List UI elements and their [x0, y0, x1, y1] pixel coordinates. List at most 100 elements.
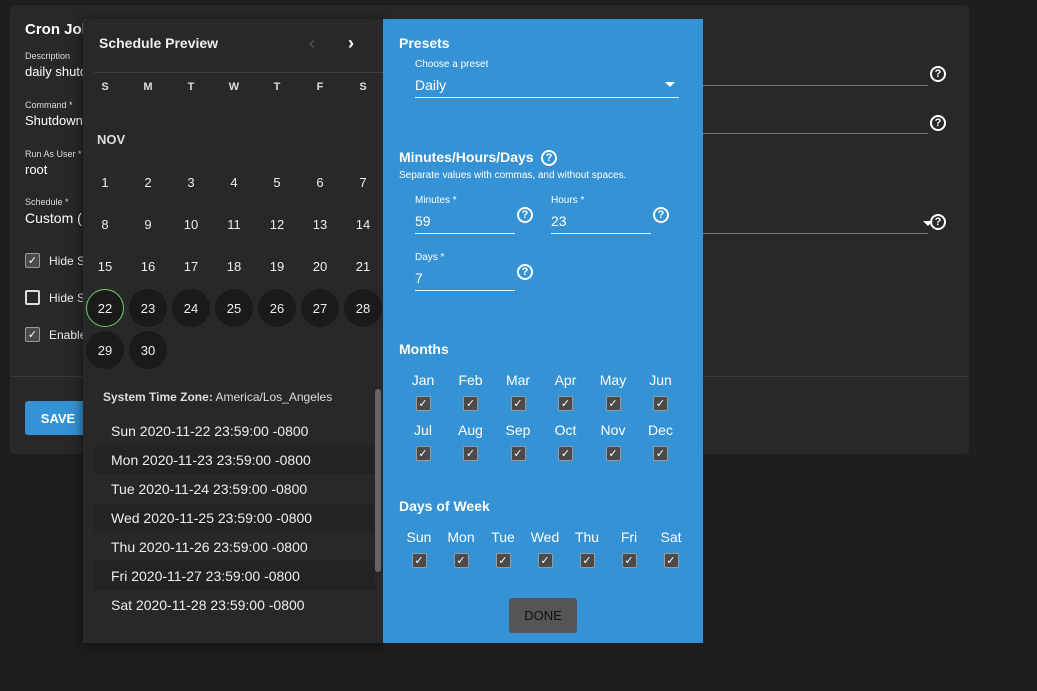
unchecked-box-icon[interactable] — [25, 290, 40, 305]
command-help-icon[interactable]: ? — [930, 115, 946, 131]
check-icon[interactable]: ✓ — [510, 396, 526, 411]
command-field[interactable]: Command * Shutdown - — [25, 100, 91, 128]
calendar-days: 1 2 3 4 5 6 7 8 9 10 11 12 13 14 15 16 17 18 19 20 21 22 23 24 2… — [83, 19, 383, 379]
check-icon[interactable]: ✓ — [411, 553, 427, 568]
calendar-day[interactable]: 7 — [344, 163, 382, 201]
check-icon[interactable]: ✓ — [415, 396, 431, 411]
run-list-item: Mon 2020-11-23 23:59:00 -0800 — [94, 445, 375, 474]
calendar-day[interactable]: 2 — [129, 163, 167, 201]
schedule-field[interactable]: Schedule * Custom ( — [25, 197, 82, 226]
hide-stdout-checkbox[interactable]: ✓ Hide S — [25, 253, 85, 268]
runs-scrollbar[interactable] — [375, 389, 381, 572]
calendar-day[interactable]: 29 — [86, 331, 124, 369]
check-icon[interactable]: ✓ — [579, 553, 595, 568]
check-icon[interactable]: ✓ — [463, 446, 478, 461]
month-option[interactable]: Sep ✓ — [496, 422, 540, 462]
day-of-week-option[interactable]: Wed ✓ — [523, 529, 567, 569]
month-option[interactable]: Jun ✓ — [639, 372, 683, 412]
check-icon[interactable]: ✓ — [558, 446, 573, 461]
check-icon[interactable]: ✓ — [25, 327, 40, 342]
calendar-day[interactable]: 20 — [301, 247, 339, 285]
minutes-input[interactable]: 59 — [415, 213, 431, 229]
day-of-week-option[interactable]: Tue ✓ — [481, 529, 525, 569]
calendar-day[interactable]: 3 — [172, 163, 210, 201]
description-field[interactable]: Description daily shutd — [25, 51, 87, 79]
calendar-day[interactable]: 23 — [129, 289, 167, 327]
calendar-day[interactable]: 25 — [215, 289, 253, 327]
calendar-day[interactable]: 4 — [215, 163, 253, 201]
calendar-day[interactable]: 13 — [301, 205, 339, 243]
check-icon[interactable]: ✓ — [415, 446, 431, 461]
check-icon[interactable]: ✓ — [653, 446, 668, 461]
preset-select[interactable]: Daily — [415, 77, 446, 93]
calendar-day[interactable]: 24 — [172, 289, 210, 327]
month-option[interactable]: Mar ✓ — [496, 372, 540, 412]
calendar-day[interactable]: 19 — [258, 247, 296, 285]
system-timezone: System Time Zone: America/Los_Angeles — [103, 390, 333, 404]
calendar-day[interactable]: 10 — [172, 205, 210, 243]
check-icon[interactable]: ✓ — [558, 396, 573, 411]
done-button[interactable]: DONE — [509, 598, 577, 633]
check-icon[interactable]: ✓ — [25, 253, 40, 268]
check-icon[interactable]: ✓ — [605, 396, 621, 411]
hours-input[interactable]: 23 — [551, 213, 567, 229]
description-help-icon[interactable]: ? — [930, 66, 946, 82]
month-option[interactable]: May ✓ — [591, 372, 635, 412]
calendar-day[interactable]: 15 — [86, 247, 124, 285]
calendar-day-today[interactable]: 22 — [86, 289, 124, 327]
day-of-week-option[interactable]: Thu ✓ — [565, 529, 609, 569]
month-option[interactable]: Jul ✓ — [401, 422, 445, 462]
check-icon[interactable]: ✓ — [453, 553, 469, 568]
day-of-week-option[interactable]: Mon ✓ — [439, 529, 483, 569]
run-list-item: Sun 2020-11-22 23:59:00 -0800 — [111, 422, 309, 439]
check-icon[interactable]: ✓ — [537, 553, 553, 568]
mhd-help-icon[interactable]: ? — [541, 150, 557, 166]
calendar-day[interactable]: 30 — [129, 331, 167, 369]
schedule-help-icon[interactable]: ? — [930, 214, 946, 230]
calendar-day[interactable]: 18 — [215, 247, 253, 285]
check-icon[interactable]: ✓ — [463, 396, 478, 411]
check-icon[interactable]: ✓ — [663, 553, 679, 568]
month-label: Aug — [458, 422, 483, 438]
check-icon[interactable]: ✓ — [653, 396, 668, 411]
save-button[interactable]: SAVE — [25, 401, 91, 435]
run-as-user-field[interactable]: Run As User * root — [25, 149, 82, 177]
month-option[interactable]: Jan ✓ — [401, 372, 445, 412]
calendar-day[interactable]: 6 — [301, 163, 339, 201]
calendar-day[interactable]: 17 — [172, 247, 210, 285]
check-icon[interactable]: ✓ — [495, 553, 511, 568]
calendar-day[interactable]: 8 — [86, 205, 124, 243]
hide-stderr-checkbox[interactable]: Hide S — [25, 290, 85, 305]
day-of-week-label: Thu — [574, 529, 600, 545]
calendar-day[interactable]: 27 — [301, 289, 339, 327]
check-icon[interactable]: ✓ — [510, 446, 526, 461]
calendar-day[interactable]: 14 — [344, 205, 382, 243]
check-icon[interactable]: ✓ — [621, 553, 637, 568]
calendar-day[interactable]: 11 — [215, 205, 253, 243]
calendar-day[interactable]: 5 — [258, 163, 296, 201]
enable-checkbox[interactable]: ✓ Enable — [25, 327, 86, 342]
calendar-day[interactable]: 1 — [86, 163, 124, 201]
check-icon[interactable]: ✓ — [605, 446, 621, 461]
month-option[interactable]: Oct ✓ — [544, 422, 588, 462]
calendar-day[interactable]: 26 — [258, 289, 296, 327]
month-option[interactable]: Dec ✓ — [639, 422, 683, 462]
month-option[interactable]: Apr ✓ — [544, 372, 588, 412]
preset-dropdown-arrow-icon[interactable] — [665, 82, 675, 87]
days-input[interactable]: 7 — [415, 270, 423, 286]
minutes-help-icon[interactable]: ? — [517, 207, 533, 223]
day-of-week-option[interactable]: Sun ✓ — [397, 529, 441, 569]
month-option[interactable]: Nov ✓ — [591, 422, 635, 462]
calendar-day[interactable]: 9 — [129, 205, 167, 243]
day-of-week-option[interactable]: Fri ✓ — [607, 529, 651, 569]
days-help-icon[interactable]: ? — [517, 264, 533, 280]
calendar-day[interactable]: 16 — [129, 247, 167, 285]
month-option[interactable]: Feb ✓ — [449, 372, 493, 412]
calendar-day[interactable]: 12 — [258, 205, 296, 243]
command-underline — [703, 133, 928, 134]
calendar-day[interactable]: 21 — [344, 247, 382, 285]
calendar-day[interactable]: 28 — [344, 289, 382, 327]
day-of-week-option[interactable]: Sat ✓ — [649, 529, 693, 569]
month-option[interactable]: Aug ✓ — [449, 422, 493, 462]
hours-help-icon[interactable]: ? — [653, 207, 669, 223]
